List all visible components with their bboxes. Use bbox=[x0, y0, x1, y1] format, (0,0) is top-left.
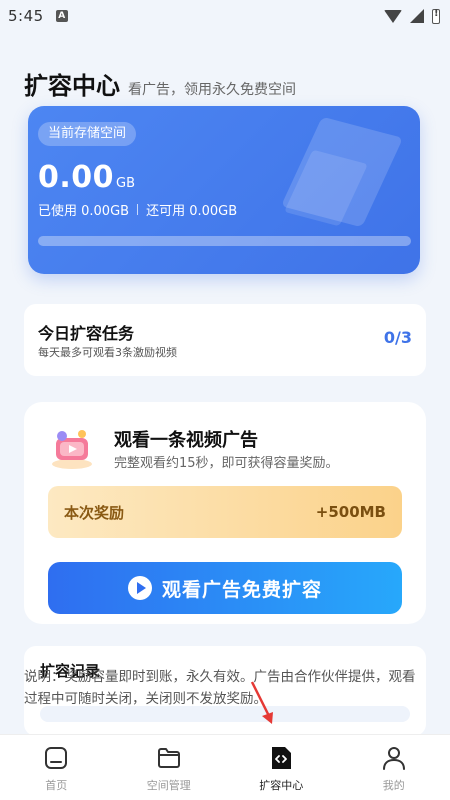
reward-banner: 本次奖励 +500MB bbox=[48, 486, 402, 538]
tab-expansion-center-label: 扩容中心 bbox=[259, 779, 304, 792]
daily-task-desc: 每天最多可观看3条激励视频 bbox=[38, 346, 177, 359]
page-header: 扩容中心 看广告，领用永久免费空间 bbox=[24, 66, 296, 101]
battery-alert-icon bbox=[432, 8, 440, 24]
storage-usage-divider bbox=[137, 204, 139, 215]
daily-task-title: 今日扩容任务 bbox=[38, 324, 135, 343]
tab-space-management-label: 空间管理 bbox=[146, 779, 191, 792]
cellular-signal-icon bbox=[410, 9, 424, 23]
folder-icon bbox=[157, 748, 180, 768]
storage-card: 当前存储空间 0.00 GB 已使用 0.00GB 还可用 0.00GB bbox=[28, 106, 420, 274]
reward-value: +500MB bbox=[315, 503, 386, 521]
tab-home[interactable]: 首页 bbox=[0, 735, 113, 800]
play-icon bbox=[127, 576, 152, 600]
storage-amount: 0.00 GB bbox=[38, 160, 135, 195]
storage-usage: 已使用 0.00GB 还可用 0.00GB bbox=[38, 200, 237, 219]
video-ad-card: 观看一条视频广告 完整观看约15秒，即可获得容量奖励。 本次奖励 +500MB … bbox=[24, 402, 426, 624]
tab-mine[interactable]: 我的 bbox=[338, 735, 450, 800]
daily-task-card: 今日扩容任务 每天最多可观看3条激励视频 0/3 bbox=[24, 304, 426, 376]
code-file-icon bbox=[272, 747, 292, 769]
ad-title: 观看一条视频广告 bbox=[114, 430, 258, 451]
watch-ad-button[interactable]: 观看广告免费扩容 bbox=[48, 562, 402, 614]
storage-used: 已使用 0.00GB bbox=[38, 204, 130, 219]
storage-amount-value: 0.00 bbox=[38, 160, 115, 195]
tab-home-label: 首页 bbox=[45, 779, 68, 792]
bottom-tab-bar: 首页 空间管理 扩容中心 我的 bbox=[0, 734, 450, 800]
tab-mine-label: 我的 bbox=[382, 779, 405, 792]
wifi-icon bbox=[384, 9, 402, 23]
status-bar: 5:45 A bbox=[0, 0, 450, 32]
page-subtitle: 看广告，领用永久免费空间 bbox=[128, 82, 296, 98]
daily-task-count: 0/3 bbox=[383, 328, 412, 347]
tab-expansion-center[interactable]: 扩容中心 bbox=[225, 735, 338, 800]
reward-label: 本次奖励 bbox=[64, 503, 125, 522]
status-icons bbox=[384, 8, 440, 24]
user-icon bbox=[382, 747, 405, 770]
tab-space-management[interactable]: 空间管理 bbox=[113, 735, 226, 800]
video-gift-icon bbox=[52, 430, 92, 469]
ad-desc: 完整观看约15秒，即可获得容量奖励。 bbox=[114, 456, 339, 471]
status-time: 5:45 bbox=[8, 7, 44, 25]
storage-available: 还可用 0.00GB bbox=[146, 204, 238, 219]
notice-text: 说明：奖励容量即时到账，永久有效。广告由合作伙伴提供，观看过程中可随时关闭，关闭… bbox=[24, 669, 416, 707]
page-title: 扩容中心 bbox=[24, 72, 120, 100]
storage-progress-bar bbox=[38, 236, 411, 246]
notification-a-icon: A bbox=[55, 10, 68, 22]
storage-amount-unit: GB bbox=[116, 176, 136, 191]
watch-ad-button-label: 观看广告免费扩容 bbox=[161, 578, 322, 601]
pointer-arrow-icon bbox=[250, 681, 273, 724]
home-icon bbox=[45, 747, 68, 769]
storage-badge: 当前存储空间 bbox=[38, 122, 137, 146]
